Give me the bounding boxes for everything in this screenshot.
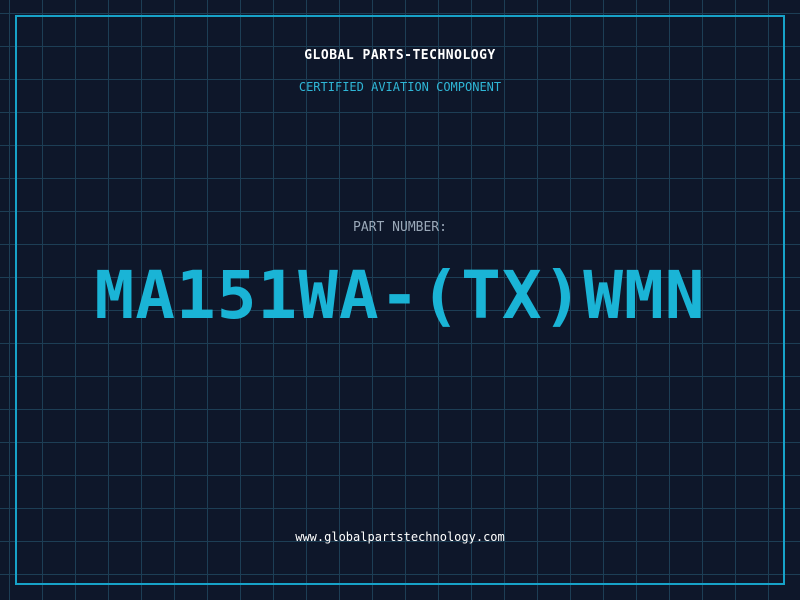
brand-name: GLOBAL PARTS-TECHNOLOGY <box>304 48 496 63</box>
certification-subtitle: CERTIFIED AVIATION COMPONENT <box>298 80 502 94</box>
part-number-label: PART NUMBER: <box>353 220 447 235</box>
part-card: GLOBAL PARTS-TECHNOLOGY CERTIFIED AVIATI… <box>0 0 800 600</box>
part-number-value: MA151WA-(TX)WMN <box>94 257 706 334</box>
website-link[interactable]: www.globalpartstechnology.com <box>0 530 800 544</box>
